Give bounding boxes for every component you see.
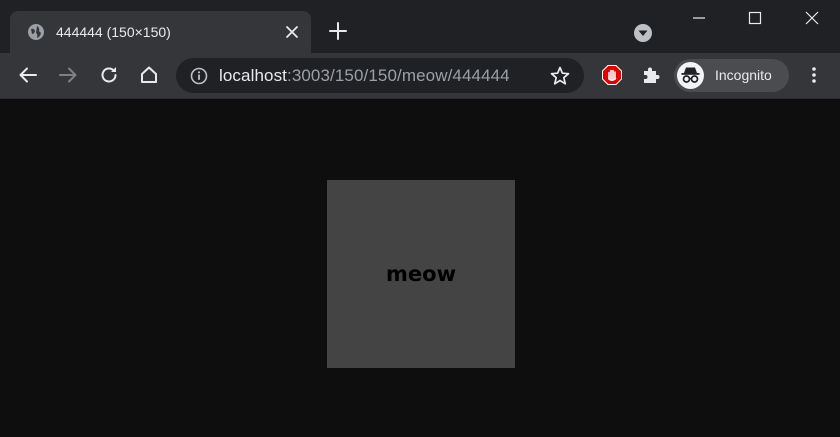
- address-bar[interactable]: localhost:3003/150/150/meow/444444: [176, 58, 584, 93]
- incognito-icon: [681, 67, 700, 83]
- plus-icon[interactable]: [326, 19, 350, 43]
- close-icon[interactable]: [282, 22, 302, 42]
- placeholder-image: meow: [327, 180, 515, 368]
- minimize-icon: [693, 17, 705, 19]
- star-icon[interactable]: [549, 65, 571, 87]
- kebab-menu-icon: [812, 67, 816, 83]
- forward-arrow-icon: [59, 67, 77, 83]
- reload-button[interactable]: [97, 63, 121, 87]
- maximize-icon: [748, 11, 762, 25]
- browser-toolbar: localhost:3003/150/150/meow/444444 Incog…: [0, 53, 840, 99]
- minimize-button[interactable]: [671, 0, 727, 36]
- tab-title: 444444 (150×150): [56, 24, 171, 40]
- home-icon: [141, 66, 157, 83]
- active-tab[interactable]: 444444 (150×150): [10, 11, 311, 53]
- url-host: localhost: [219, 66, 287, 85]
- info-icon[interactable]: [190, 67, 208, 85]
- adblock-extension-button[interactable]: [600, 63, 624, 87]
- extensions-button[interactable]: [639, 63, 663, 87]
- url-path: :3003/150/150/meow/444444: [287, 66, 510, 85]
- globe-icon: [28, 24, 44, 40]
- url-text[interactable]: localhost:3003/150/150/meow/444444: [219, 66, 510, 86]
- stop-hand-icon: [602, 65, 622, 85]
- forward-button[interactable]: [56, 63, 80, 87]
- reload-icon: [101, 67, 117, 83]
- close-window-button[interactable]: [784, 0, 840, 36]
- maximize-button[interactable]: [727, 0, 783, 36]
- avatar: [677, 62, 704, 89]
- profile-label: Incognito: [715, 67, 772, 83]
- page-content: meow: [0, 99, 840, 437]
- title-bar: 444444 (150×150): [0, 0, 840, 53]
- home-button[interactable]: [137, 63, 161, 87]
- back-button[interactable]: [16, 63, 40, 87]
- puzzle-icon: [644, 67, 660, 83]
- browser-menu-button[interactable]: [802, 63, 826, 87]
- back-arrow-icon: [19, 67, 37, 83]
- placeholder-text: meow: [386, 262, 456, 286]
- incognito-profile-button[interactable]: Incognito: [674, 59, 789, 92]
- chevron-down-icon[interactable]: [632, 22, 654, 44]
- close-icon: [805, 11, 819, 25]
